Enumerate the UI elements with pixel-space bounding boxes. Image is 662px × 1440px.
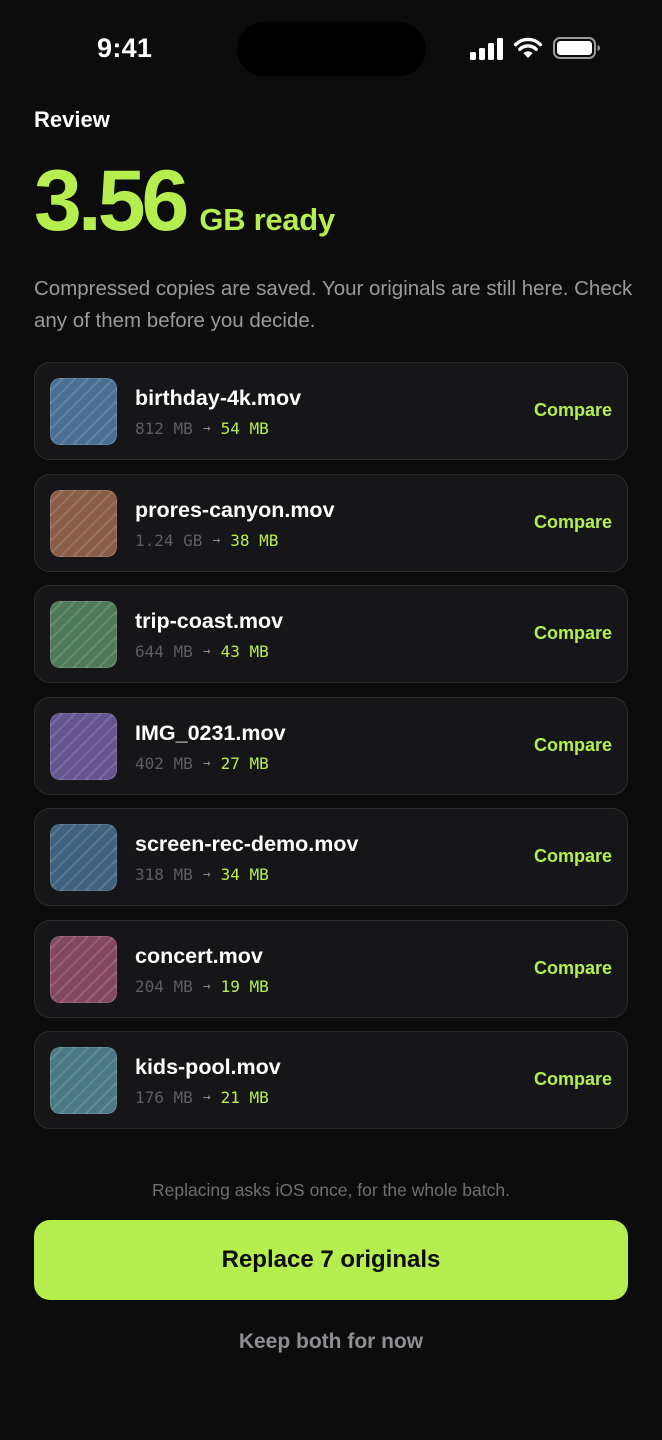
savings-unit: GB ready (199, 202, 335, 237)
file-name: birthday-4k.mov (135, 386, 302, 410)
original-size: 204 MB (135, 976, 193, 996)
section-title: Review (34, 107, 110, 132)
wifi-icon (513, 37, 543, 58)
file-name: concert.mov (135, 943, 263, 968)
original-size: 318 MB (135, 865, 193, 884)
size-change: 204 MB → 19 MB (135, 977, 269, 996)
replace-note: Replacing asks iOS once, for the whole b… (152, 1180, 510, 1200)
compressed-size: 27 MB (220, 753, 269, 773)
size-change: 812 MB → 54 MB (135, 419, 269, 438)
compare-button[interactable]: Compare (534, 1069, 612, 1090)
video-thumbnail (50, 712, 117, 780)
video-list: birthday-4k.mov 812 MB → 54 MB Compare p… (34, 362, 628, 1143)
video-row: trip-coast.mov 644 MB → 43 MB Compare (34, 585, 628, 683)
video-thumbnail (50, 489, 117, 557)
video-row: concert.mov 204 MB → 19 MB Compare (34, 919, 628, 1018)
compressed-size: 34 MB (220, 865, 269, 884)
cellular-signal-icon (470, 38, 503, 60)
video-row: kids-pool.mov 176 MB → 21 MB Compare (34, 1031, 628, 1129)
compare-button[interactable]: Compare (534, 400, 612, 421)
keep-both-button[interactable]: Keep both for now (0, 1330, 662, 1354)
review-description: Compressed copies are saved. Your origin… (34, 277, 633, 332)
status-bar: 9:41 (0, 0, 662, 100)
compare-button[interactable]: Compare (534, 735, 612, 756)
arrow-right-icon: → (202, 867, 211, 882)
compressed-size: 19 MB (220, 976, 269, 996)
original-size: 176 MB (135, 1088, 193, 1107)
size-change: 644 MB → 43 MB (135, 642, 269, 661)
compare-button[interactable]: Compare (534, 846, 612, 867)
video-thumbnail (50, 935, 117, 1003)
video-thumbnail (50, 378, 117, 445)
original-size: 402 MB (135, 753, 193, 773)
original-size: 1.24 GB (135, 530, 203, 550)
status-time: 9:41 (97, 33, 153, 63)
savings-amount: 3.56 (34, 153, 189, 249)
file-name: IMG_0231.mov (135, 720, 286, 745)
size-change: 1.24 GB → 38 MB (135, 531, 278, 550)
arrow-right-icon: → (202, 644, 211, 659)
dynamic-island (237, 22, 426, 76)
video-thumbnail (50, 1047, 117, 1114)
arrow-right-icon: → (212, 532, 221, 548)
file-name: kids-pool.mov (135, 1055, 281, 1079)
original-size: 812 MB (135, 419, 193, 438)
battery-icon (553, 37, 600, 59)
video-row: prores-canyon.mov 1.24 GB → 38 MB Compar… (34, 473, 628, 572)
file-name: prores-canyon.mov (135, 497, 335, 522)
video-row: IMG_0231.mov 402 MB → 27 MB Compare (34, 696, 628, 795)
compressed-size: 54 MB (220, 419, 269, 438)
compare-button[interactable]: Compare (534, 623, 612, 644)
size-change: 176 MB → 21 MB (135, 1088, 269, 1107)
arrow-right-icon: → (202, 978, 211, 994)
size-change: 402 MB → 27 MB (135, 754, 269, 773)
arrow-right-icon: → (202, 1090, 211, 1105)
arrow-right-icon: → (202, 421, 211, 436)
file-name: screen-rec-demo.mov (135, 832, 359, 856)
compressed-size: 43 MB (220, 642, 269, 661)
replace-originals-button[interactable]: Replace 7 originals (34, 1220, 628, 1300)
original-size: 644 MB (135, 642, 193, 661)
savings-summary: 3.56 GB ready (34, 158, 335, 258)
compare-button[interactable]: Compare (534, 512, 612, 533)
arrow-right-icon: → (202, 755, 211, 771)
compressed-size: 38 MB (230, 530, 279, 550)
compressed-size: 21 MB (220, 1088, 269, 1107)
video-thumbnail (50, 601, 117, 668)
size-change: 318 MB → 34 MB (135, 865, 269, 884)
video-row: birthday-4k.mov 812 MB → 54 MB Compare (34, 362, 628, 460)
file-name: trip-coast.mov (135, 609, 284, 633)
video-row: screen-rec-demo.mov 318 MB → 34 MB Compa… (34, 808, 628, 906)
compare-button[interactable]: Compare (534, 958, 612, 979)
video-thumbnail (50, 824, 117, 891)
